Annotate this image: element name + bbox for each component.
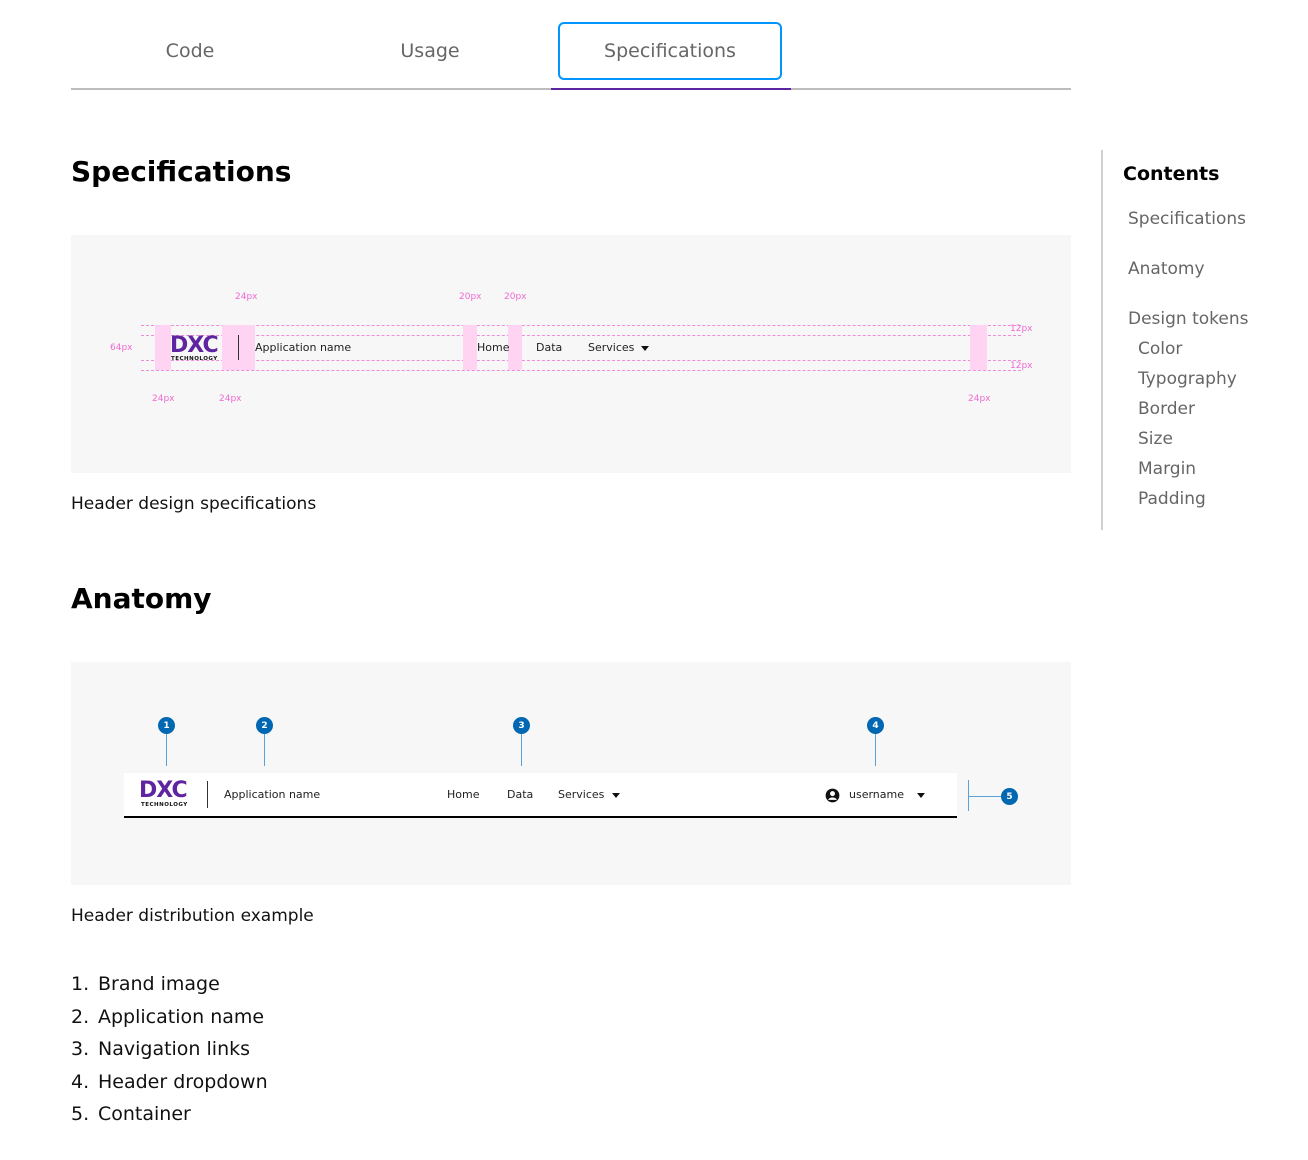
caret-down-icon — [641, 346, 649, 351]
toc-link-anatomy[interactable]: Anatomy — [1128, 259, 1205, 279]
anatomy-heading: Anatomy — [71, 582, 212, 615]
anatomy-pin — [264, 734, 265, 766]
anatomy-badge: 3 — [513, 717, 530, 734]
toc-link-color[interactable]: Color — [1138, 339, 1182, 359]
spec-guide-top — [141, 325, 1021, 326]
tab-specifications[interactable]: Specifications — [558, 22, 782, 80]
spec-measure-label: 12px — [1010, 361, 1033, 371]
spec-divider — [238, 335, 239, 360]
anatomy-pin — [968, 796, 1001, 797]
toc-link-padding[interactable]: Padding — [1138, 489, 1206, 509]
anatomy-caption: Header distribution example — [71, 906, 314, 926]
example-nav-home[interactable]: Home — [447, 788, 479, 801]
spec-measure-label: 24px — [152, 394, 175, 404]
anatomy-pin — [521, 734, 522, 766]
dxc-logo-subtitle: TECHNOLOGY — [171, 356, 218, 362]
anatomy-badge: 2 — [256, 717, 273, 734]
header-spec-diagram: DXC TECHNOLOGY Application name Home Dat… — [71, 235, 1071, 473]
spec-measure-label: 24px — [235, 292, 258, 302]
spec-measure-label: 24px — [219, 394, 242, 404]
spec-nav-services: Services — [588, 341, 635, 354]
dxc-logo: DXC — [170, 333, 219, 358]
tab-code[interactable]: Code — [78, 22, 302, 80]
list-item: 3. Navigation links — [71, 1038, 251, 1060]
spec-measure-label: 20px — [504, 292, 527, 302]
anatomy-badge: 4 — [867, 717, 884, 734]
specifications-heading: Specifications — [71, 155, 292, 188]
spec-measure-label: 24px — [968, 394, 991, 404]
anatomy-badge: 5 — [1001, 788, 1018, 805]
spec-margin-left — [155, 325, 171, 370]
header-anatomy-diagram: DXC TECHNOLOGY Application name Home Dat… — [71, 662, 1071, 885]
example-header-bar: DXC TECHNOLOGY Application name Home Dat… — [124, 773, 957, 818]
tab-usage[interactable]: Usage — [318, 22, 542, 80]
spec-app-name: Application name — [255, 341, 352, 354]
spec-measure-label: 20px — [459, 292, 482, 302]
spec-margin-right — [970, 325, 987, 370]
toc-link-margin[interactable]: Margin — [1138, 459, 1196, 479]
contents-sidebar: Contents Specifications Anatomy Design t… — [1101, 150, 1249, 530]
spec-gap-nav — [463, 325, 477, 370]
spec-guide-bottom — [141, 370, 1021, 371]
anatomy-pin — [166, 734, 167, 766]
list-item: 2. Application name — [71, 1005, 265, 1028]
caret-down-icon — [917, 793, 925, 798]
toc-link-specifications[interactable]: Specifications — [1128, 209, 1246, 229]
anatomy-pin — [875, 734, 876, 766]
toc-link-border[interactable]: Border — [1138, 399, 1195, 419]
dxc-logo: DXC — [139, 778, 188, 803]
list-item: 1. Brand image — [71, 973, 220, 995]
toc-link-typography[interactable]: Typography — [1138, 369, 1237, 389]
example-nav-services[interactable]: Services — [558, 788, 604, 801]
list-item: 5. Container — [71, 1103, 191, 1125]
toc-link-size[interactable]: Size — [1138, 429, 1173, 449]
specifications-caption: Header design specifications — [71, 494, 317, 514]
example-divider — [207, 781, 208, 808]
spec-measure-label: 12px — [1010, 324, 1033, 334]
list-item: 4. Header dropdown — [71, 1070, 268, 1093]
toc-link-design-tokens[interactable]: Design tokens — [1128, 309, 1249, 329]
spec-measure-label: 64px — [110, 343, 133, 353]
contents-title: Contents — [1123, 163, 1220, 185]
dxc-logo-subtitle: TECHNOLOGY — [141, 802, 188, 808]
spec-nav-data: Data — [536, 341, 563, 354]
spec-guide-padding-bottom — [141, 360, 1021, 361]
user-circle-icon — [825, 788, 840, 803]
example-username[interactable]: username — [849, 788, 904, 801]
spec-guide-padding-top — [141, 335, 1021, 336]
anatomy-badge: 1 — [158, 717, 175, 734]
example-app-name: Application name — [224, 788, 321, 801]
tab-bar: Code Usage Specifications — [71, 14, 1071, 90]
spec-gap-nav-2 — [508, 325, 522, 370]
active-tab-indicator — [551, 88, 791, 90]
caret-down-icon — [612, 793, 620, 798]
spec-nav-home: Home — [477, 341, 510, 354]
anatomy-list: 1. Brand image 2. Application name 3. Navig… — [71, 968, 268, 1131]
example-nav-data[interactable]: Data — [507, 788, 533, 801]
